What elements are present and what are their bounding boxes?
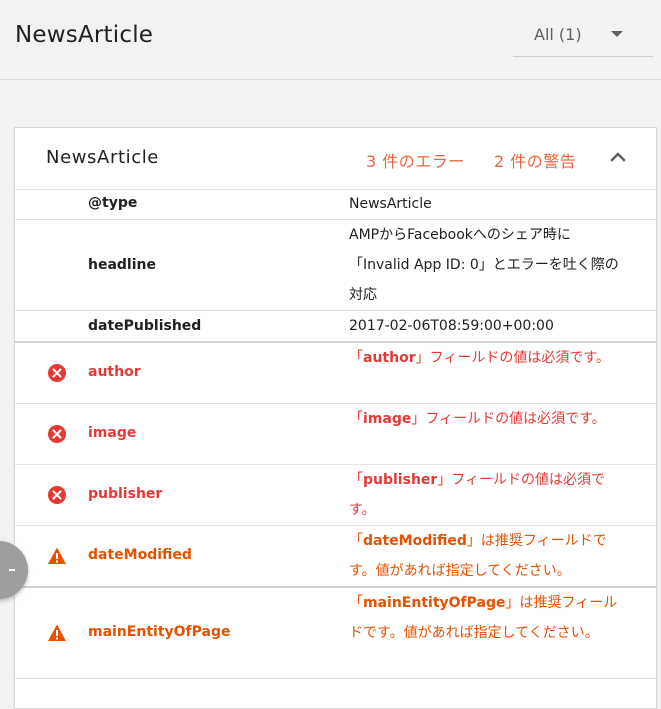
caret-down-icon — [611, 31, 623, 37]
property-row-datepublished: datePublished 2017-02-06T08:59:00+00:00 — [15, 311, 656, 343]
property-value: 「author」フィールドの値は必須です。 — [349, 350, 610, 366]
error-circle-icon — [47, 363, 67, 383]
property-row-type: @type NewsArticle — [15, 189, 656, 220]
property-key: publisher — [88, 486, 163, 502]
property-value: 「dateModified」は推奨フィールドです。値があれば指定してください。 — [349, 533, 607, 579]
property-key: image — [88, 425, 137, 441]
error-circle-icon — [47, 424, 67, 444]
property-key: @type — [88, 195, 138, 211]
warning-triangle-icon — [47, 546, 67, 566]
property-key: headline — [88, 257, 156, 273]
property-row-author: author 「author」フィールドの値は必須です。 — [15, 343, 656, 404]
fab-icon — [9, 569, 15, 571]
property-row-datemodified: dateModified 「dateModified」は推奨フィールドです。値が… — [15, 526, 656, 588]
property-value: 「publisher」フィールドの値は必須です。 — [349, 472, 606, 518]
filter-dropdown[interactable]: All (1) — [513, 16, 653, 57]
error-summary: 3 件のエラー — [366, 152, 465, 171]
chevron-up-icon[interactable] — [607, 146, 629, 168]
property-key: datePublished — [88, 318, 202, 334]
filter-dropdown-label: All (1) — [534, 25, 582, 44]
property-row-headline: headline AMPからFacebookへのシェア時に「Invalid Ap… — [15, 220, 656, 311]
page-title: NewsArticle — [15, 22, 154, 48]
warning-summary: 2 件の警告 — [494, 152, 577, 171]
property-key: dateModified — [88, 547, 192, 563]
property-row-mainentityofpage: mainEntityOfPage 「mainEntityOfPage」は推奨フィ… — [15, 588, 656, 679]
property-value: 2017-02-06T08:59:00+00:00 — [349, 318, 554, 334]
property-value: 「image」フィールドの値は必須です。 — [349, 411, 606, 427]
card-title: NewsArticle — [46, 147, 159, 168]
property-value: 「mainEntityOfPage」は推奨フィールドです。値があれば指定してくだ… — [349, 595, 618, 641]
result-card: NewsArticle 3 件のエラー 2 件の警告 @type NewsArt… — [14, 127, 657, 709]
property-row-publisher: publisher 「publisher」フィールドの値は必須です。 — [15, 465, 656, 526]
card-header[interactable]: NewsArticle 3 件のエラー 2 件の警告 — [15, 128, 656, 190]
property-value: AMPからFacebookへのシェア時に「Invalid App ID: 0」と… — [349, 227, 619, 303]
warning-triangle-icon — [47, 623, 67, 643]
property-row-image: image 「image」フィールドの値は必須です。 — [15, 404, 656, 465]
error-circle-icon — [47, 485, 67, 505]
top-bar: NewsArticle All (1) — [0, 0, 661, 80]
property-value: NewsArticle — [349, 196, 432, 212]
property-key: author — [88, 364, 141, 380]
property-key: mainEntityOfPage — [88, 624, 231, 640]
